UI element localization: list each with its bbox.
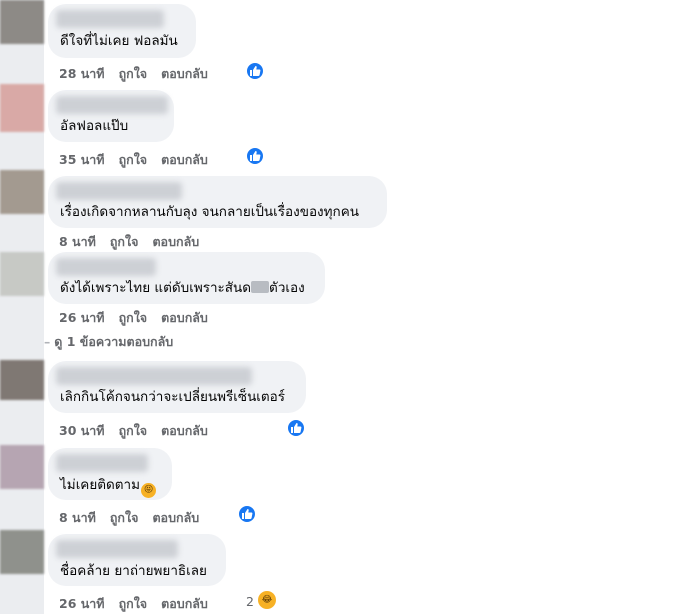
comment-meta: 30 นาที ถูกใจ ตอบกลับ: [59, 421, 222, 441]
comment-bubble: เลิกกินโค้กจนกว่าจะเปลี่ยนพรีเซ็นเตอร์: [48, 361, 306, 413]
view-replies-link[interactable]: – ดู 1 ข้อความตอบกลับ: [44, 332, 173, 352]
tongue-emoji-icon: 😝: [141, 483, 157, 498]
avatar[interactable]: [0, 445, 44, 489]
comment-bubble: ชื่อคล้าย ยาถ่ายพยาธิเลย: [48, 534, 226, 586]
comment-text: ชื่อคล้าย ยาถ่ายพยาธิเลย: [60, 563, 207, 579]
comment-bubble: ดีใจที่ไม่เคย ฟอลมัน: [48, 4, 196, 58]
author-name[interactable]: [56, 96, 168, 114]
author-name[interactable]: [56, 258, 156, 276]
author-name[interactable]: [56, 367, 252, 385]
like-button[interactable]: ถูกใจ: [119, 66, 148, 81]
laughing-emoji-icon[interactable]: 😂: [258, 591, 276, 609]
comment-text-part: ตัวเอง: [269, 280, 305, 296]
comment-text: อัลฟอลแป๊บ: [60, 118, 129, 134]
author-name[interactable]: [56, 10, 164, 28]
timestamp[interactable]: 30 นาที: [59, 423, 105, 438]
view-replies-label: ดู 1 ข้อความตอบกลับ: [54, 334, 174, 349]
comment-meta: 26 นาที ถูกใจ ตอบกลับ: [59, 308, 222, 328]
comment-meta: 35 นาที ถูกใจ ตอบกลับ: [59, 150, 222, 170]
timestamp[interactable]: 26 นาที: [59, 310, 105, 325]
comment-text: ดีใจที่ไม่เคย ฟอลมัน: [60, 33, 178, 49]
author-name[interactable]: [56, 182, 182, 200]
like-button[interactable]: ถูกใจ: [110, 510, 139, 525]
thumbs-up-icon[interactable]: [238, 505, 256, 523]
comment-bubble: อัลฟอลแป๊บ: [48, 90, 174, 142]
comment-text: ดังได้เพราะไทย แต่ดับเพราะสันด ตัวเอง: [60, 279, 305, 297]
comment-meta: 8 นาที ถูกใจ ตอบกลับ: [59, 232, 213, 252]
timestamp[interactable]: 26 นาที: [59, 596, 105, 611]
timestamp[interactable]: 8 นาที: [59, 234, 96, 249]
avatar[interactable]: [0, 0, 44, 44]
reply-button[interactable]: ตอบกลับ: [161, 152, 208, 167]
comment-meta: 26 นาที ถูกใจ ตอบกลับ: [59, 594, 222, 614]
reply-button[interactable]: ตอบกลับ: [152, 510, 199, 525]
avatar[interactable]: [0, 170, 44, 214]
reply-button[interactable]: ตอบกลับ: [152, 234, 199, 249]
timestamp[interactable]: 28 นาที: [59, 66, 105, 81]
comment-text-part: ดังได้เพราะไทย แต่ดับเพราะสันด: [60, 280, 252, 296]
like-button[interactable]: ถูกใจ: [119, 152, 148, 167]
timestamp[interactable]: 35 นาที: [59, 152, 105, 167]
thumbs-up-icon[interactable]: [246, 147, 264, 165]
reply-button[interactable]: ตอบกลับ: [161, 596, 208, 611]
author-name[interactable]: [56, 454, 148, 472]
comment-text-part: ไม่เคยติดตาม: [60, 477, 141, 493]
avatar[interactable]: [0, 84, 44, 132]
reply-button[interactable]: ตอบกลับ: [161, 310, 208, 325]
like-button[interactable]: ถูกใจ: [119, 310, 148, 325]
avatar[interactable]: [0, 252, 44, 296]
reaction-count[interactable]: 2: [246, 594, 254, 609]
comment-meta: 28 นาที ถูกใจ ตอบกลับ: [59, 64, 222, 84]
comment-bubble: ไม่เคยติดตาม 😝: [48, 448, 172, 500]
comment-text: เลิกกินโค้กจนกว่าจะเปลี่ยนพรีเซ็นเตอร์: [60, 389, 286, 405]
avatar-strip: [0, 0, 44, 614]
author-name[interactable]: [56, 540, 178, 558]
avatar[interactable]: [0, 360, 44, 400]
thumbs-up-icon[interactable]: [287, 419, 305, 437]
thumbs-up-icon[interactable]: [246, 62, 264, 80]
avatar[interactable]: [0, 530, 44, 574]
comment-meta: 8 นาที ถูกใจ ตอบกลับ: [59, 508, 213, 528]
comment-text: เรื่องเกิดจากหลานกับลุง จนกลายเป็นเรื่อง…: [60, 204, 359, 220]
censored-word: [251, 281, 270, 293]
reply-line-icon: –: [44, 334, 51, 349]
like-button[interactable]: ถูกใจ: [110, 234, 139, 249]
reply-button[interactable]: ตอบกลับ: [161, 66, 208, 81]
comment-text: ไม่เคยติดตาม 😝: [60, 476, 157, 498]
timestamp[interactable]: 8 นาที: [59, 510, 96, 525]
comment-bubble: เรื่องเกิดจากหลานกับลุง จนกลายเป็นเรื่อง…: [48, 176, 387, 228]
reply-button[interactable]: ตอบกลับ: [161, 423, 208, 438]
like-button[interactable]: ถูกใจ: [119, 596, 148, 611]
comment-bubble: ดังได้เพราะไทย แต่ดับเพราะสันด ตัวเอง: [48, 252, 325, 304]
like-button[interactable]: ถูกใจ: [119, 423, 148, 438]
